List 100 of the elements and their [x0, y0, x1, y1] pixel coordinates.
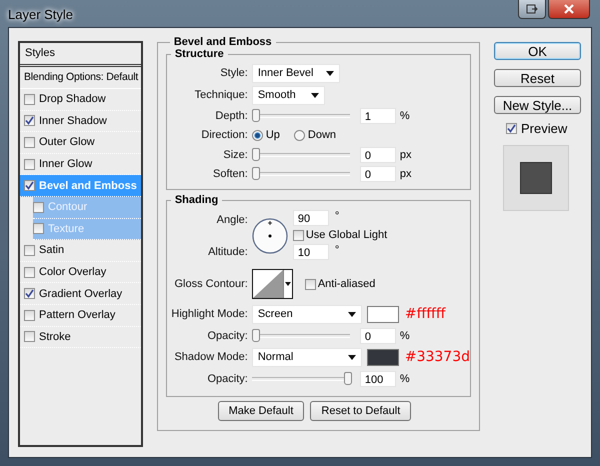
slider-thumb[interactable] [252, 166, 260, 180]
checkbox[interactable] [24, 331, 35, 342]
style-label: Inner Glow [39, 158, 92, 170]
field-label: Altitude: [207, 246, 249, 258]
angle-field[interactable]: 90 [292, 210, 329, 226]
dialog-button[interactable]: New Style... [494, 96, 581, 114]
blending-options-item[interactable]: Blending Options: Default [20, 67, 141, 89]
direction-radio[interactable]: Up [252, 129, 280, 141]
caret-icon [348, 354, 356, 360]
style-item[interactable]: Drop Shadow [20, 89, 141, 111]
color-swatch[interactable] [366, 348, 399, 366]
checkbox-label: Use Global Light [306, 229, 388, 241]
style-label: Stroke [39, 330, 71, 343]
group-title: Structure [174, 48, 225, 60]
direction-radio[interactable]: Down [294, 129, 336, 141]
blend-mode-dropdown[interactable]: Screen [252, 304, 362, 324]
value-field[interactable]: 100 [360, 370, 396, 386]
dialog-button[interactable]: Reset [494, 69, 581, 87]
caret-icon [326, 70, 334, 76]
style-item[interactable]: Outer Glow [20, 132, 141, 154]
style-label: Inner Shadow [39, 114, 107, 127]
checkbox[interactable] [24, 115, 35, 126]
unit-label: px [400, 168, 412, 180]
checkbox[interactable] [24, 94, 35, 105]
slider-thumb[interactable] [252, 328, 260, 342]
field-label: Soften: [212, 168, 249, 180]
style-item[interactable]: Stroke [20, 326, 141, 348]
caret-icon [310, 92, 319, 98]
style-label: Pattern Overlay [39, 309, 116, 322]
slider-thumb[interactable] [252, 108, 260, 122]
radio-circle[interactable] [252, 130, 263, 140]
altitude-field[interactable]: 10 [292, 244, 329, 260]
style-label: Drop Shadow [39, 93, 106, 106]
field-label: Direction: [200, 129, 249, 141]
value-field[interactable]: 1 [360, 108, 396, 124]
color-swatch[interactable] [366, 306, 399, 322]
checkbox[interactable] [24, 136, 35, 148]
field-label: Technique: [194, 89, 249, 101]
unit-label: ° [334, 210, 340, 222]
style-item[interactable]: Color Overlay [20, 262, 141, 284]
caret-icon [348, 312, 356, 316]
checkbox[interactable] [24, 180, 35, 192]
preview-square [520, 162, 552, 194]
radio-circle[interactable] [294, 130, 305, 140]
group-title: Bevel and Emboss [172, 36, 273, 48]
contour-picker[interactable] [252, 269, 293, 299]
restore-button[interactable] [518, 0, 546, 19]
close-icon [563, 4, 575, 14]
style-item[interactable]: Inner Shadow [20, 110, 141, 132]
dialog-button[interactable]: OK [494, 42, 581, 60]
style-label: Gradient Overlay [39, 288, 122, 300]
checkbox[interactable] [24, 266, 35, 278]
checkbox-label: Preview [521, 120, 568, 136]
style-item[interactable]: Gradient Overlay [20, 283, 141, 305]
value-field[interactable]: 0 [360, 166, 396, 182]
field-label: Depth: [214, 110, 249, 122]
style-item[interactable]: Satin [20, 240, 141, 262]
value-field[interactable]: 0 [360, 146, 396, 162]
style-label: Color Overlay [39, 266, 106, 278]
technique-dropdown[interactable]: Smooth [252, 86, 325, 104]
style-item[interactable]: Pattern Overlay [20, 304, 141, 327]
dialog-button[interactable]: Reset to Default [310, 401, 412, 421]
checkbox[interactable] [24, 158, 35, 170]
field-label: Size: [222, 148, 249, 160]
styles-header[interactable]: Styles [20, 43, 141, 67]
field-label: Opacity: [206, 372, 249, 384]
checkbox[interactable] [24, 288, 35, 300]
field-label: Style: [219, 67, 249, 79]
unit-label: px [400, 148, 412, 160]
window-title: Layer Style [8, 7, 74, 22]
checkbox[interactable] [24, 244, 35, 256]
field-label: Gloss Contour: [173, 278, 249, 290]
field-label: Angle: [216, 214, 249, 226]
slider-thumb[interactable] [344, 372, 352, 384]
checkbox[interactable] [33, 223, 44, 234]
checkbox[interactable] [24, 310, 35, 321]
angle-dial-drawing[interactable] [252, 218, 288, 254]
caret-icon [284, 282, 291, 286]
contour-curve-icon [252, 270, 283, 298]
style-label: Bevel and Emboss [39, 180, 137, 192]
field-label: Opacity: [206, 330, 249, 342]
slider-thumb[interactable] [252, 148, 260, 160]
style-label: Contour [48, 201, 88, 214]
color-annotation: #ffffff [404, 306, 446, 322]
dialog-button[interactable]: Make Default [218, 401, 304, 421]
checkbox[interactable] [33, 202, 44, 213]
unit-label: % [400, 330, 410, 342]
checkbox-label: Anti-aliased [318, 278, 376, 290]
style-dropdown[interactable]: Inner Bevel [252, 64, 340, 82]
unit-label: % [400, 110, 410, 122]
value-field[interactable]: 0 [360, 328, 396, 344]
close-button[interactable] [548, 0, 590, 19]
style-label: Outer Glow [39, 136, 95, 148]
blend-mode-dropdown[interactable]: Normal [252, 348, 362, 366]
checkbox[interactable] [304, 278, 316, 290]
color-annotation: #33373d [404, 349, 470, 365]
field-label: Highlight Mode: [170, 308, 249, 320]
unit-label: % [400, 372, 410, 384]
checkbox[interactable] [292, 230, 304, 240]
checkbox[interactable] [506, 122, 517, 134]
